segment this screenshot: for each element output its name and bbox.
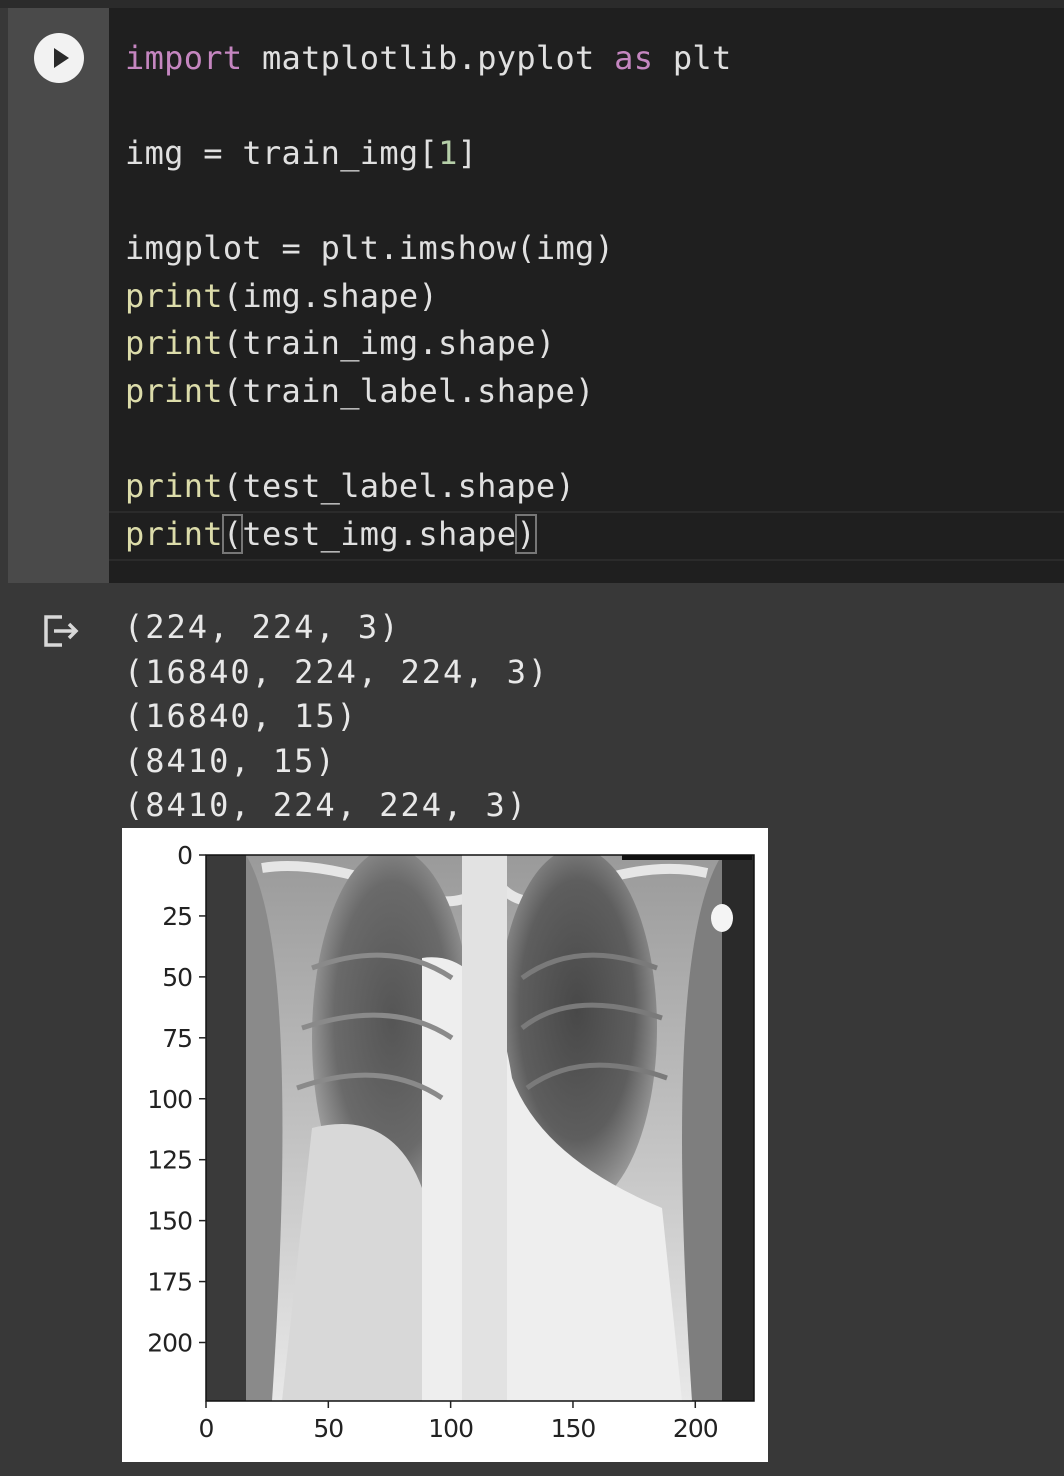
x-axis: 0 50 100 150 200 — [199, 1401, 719, 1443]
output-line-2: (16840, 224, 224, 3) — [124, 653, 550, 691]
y-tick-label: 200 — [147, 1329, 192, 1358]
index-number: 1 — [438, 134, 458, 172]
print-args: (train_img.shape) — [222, 324, 556, 362]
print-function: print — [125, 515, 223, 553]
play-icon — [54, 48, 69, 68]
x-tick-label: 0 — [199, 1414, 214, 1443]
module-name: matplotlib.pyplot — [242, 39, 615, 77]
code-line-7: print(test_label.shape) — [125, 466, 575, 506]
keyword-import: import — [125, 39, 243, 77]
y-tick-label: 175 — [147, 1268, 192, 1297]
code-cell[interactable]: import matplotlib.pyplot as plt img = tr… — [8, 8, 1064, 583]
y-tick-label: 50 — [162, 963, 192, 992]
code-line-2: img = train_img[1] — [125, 133, 477, 173]
y-tick-label: 150 — [147, 1207, 192, 1236]
bracket-close: ] — [457, 134, 478, 172]
output-redirect-icon[interactable] — [42, 611, 82, 651]
matched-paren-close: ) — [515, 514, 537, 554]
y-tick-label: 75 — [162, 1024, 192, 1053]
print-function: print — [125, 324, 223, 362]
x-tick-label: 150 — [551, 1414, 596, 1443]
print-args: (img.shape) — [222, 277, 439, 315]
x-tick-label: 100 — [428, 1414, 473, 1443]
y-tick-label: 100 — [147, 1085, 192, 1114]
output-line-5: (8410, 224, 224, 3) — [124, 786, 529, 824]
code-line-3: imgplot = plt.imshow(img) — [125, 229, 615, 267]
output-line-4: (8410, 15) — [124, 742, 337, 780]
output-line-1: (224, 224, 3) — [124, 608, 401, 646]
print-function: print — [125, 467, 223, 505]
y-axis: 0 25 50 75 100 125 150 175 200 — [147, 841, 206, 1358]
y-tick-label: 0 — [177, 841, 192, 870]
assign-text: img = train_img[ — [125, 134, 439, 172]
print-args: (test_label.shape) — [222, 467, 576, 505]
imshow-plot: 0 25 50 75 100 125 150 175 200 0 50 100 150 200 — [122, 828, 768, 1462]
print-function: print — [125, 372, 223, 410]
x-tick-label: 50 — [313, 1414, 343, 1443]
code-line-6: print(train_label.shape) — [125, 371, 595, 411]
print-args: (train_label.shape) — [222, 372, 595, 410]
keyword-as: as — [614, 39, 654, 77]
y-tick-label: 25 — [162, 902, 192, 931]
cell-gutter — [8, 8, 109, 583]
code-line-1: import matplotlib.pyplot as plt — [125, 38, 732, 78]
code-line-5: print(train_img.shape) — [125, 323, 555, 363]
chest-xray-image — [206, 855, 754, 1401]
output-line-3: (16840, 15) — [124, 697, 358, 735]
y-tick-label: 125 — [147, 1146, 192, 1175]
code-line-8: print(test_img.shape) — [125, 514, 537, 554]
matched-paren-open: ( — [221, 514, 244, 554]
print-function: print — [125, 277, 223, 315]
code-line-4: print(img.shape) — [125, 276, 438, 316]
print-args: test_img.shape — [242, 515, 517, 553]
alias-name: plt — [653, 39, 732, 77]
code-editor[interactable]: import matplotlib.pyplot as plt img = tr… — [109, 8, 1064, 583]
top-strip — [0, 0, 1064, 8]
x-tick-label: 200 — [673, 1414, 718, 1443]
run-cell-button[interactable] — [34, 33, 84, 83]
cell-output: (224, 224, 3) (16840, 224, 224, 3) (1684… — [8, 583, 1064, 1476]
